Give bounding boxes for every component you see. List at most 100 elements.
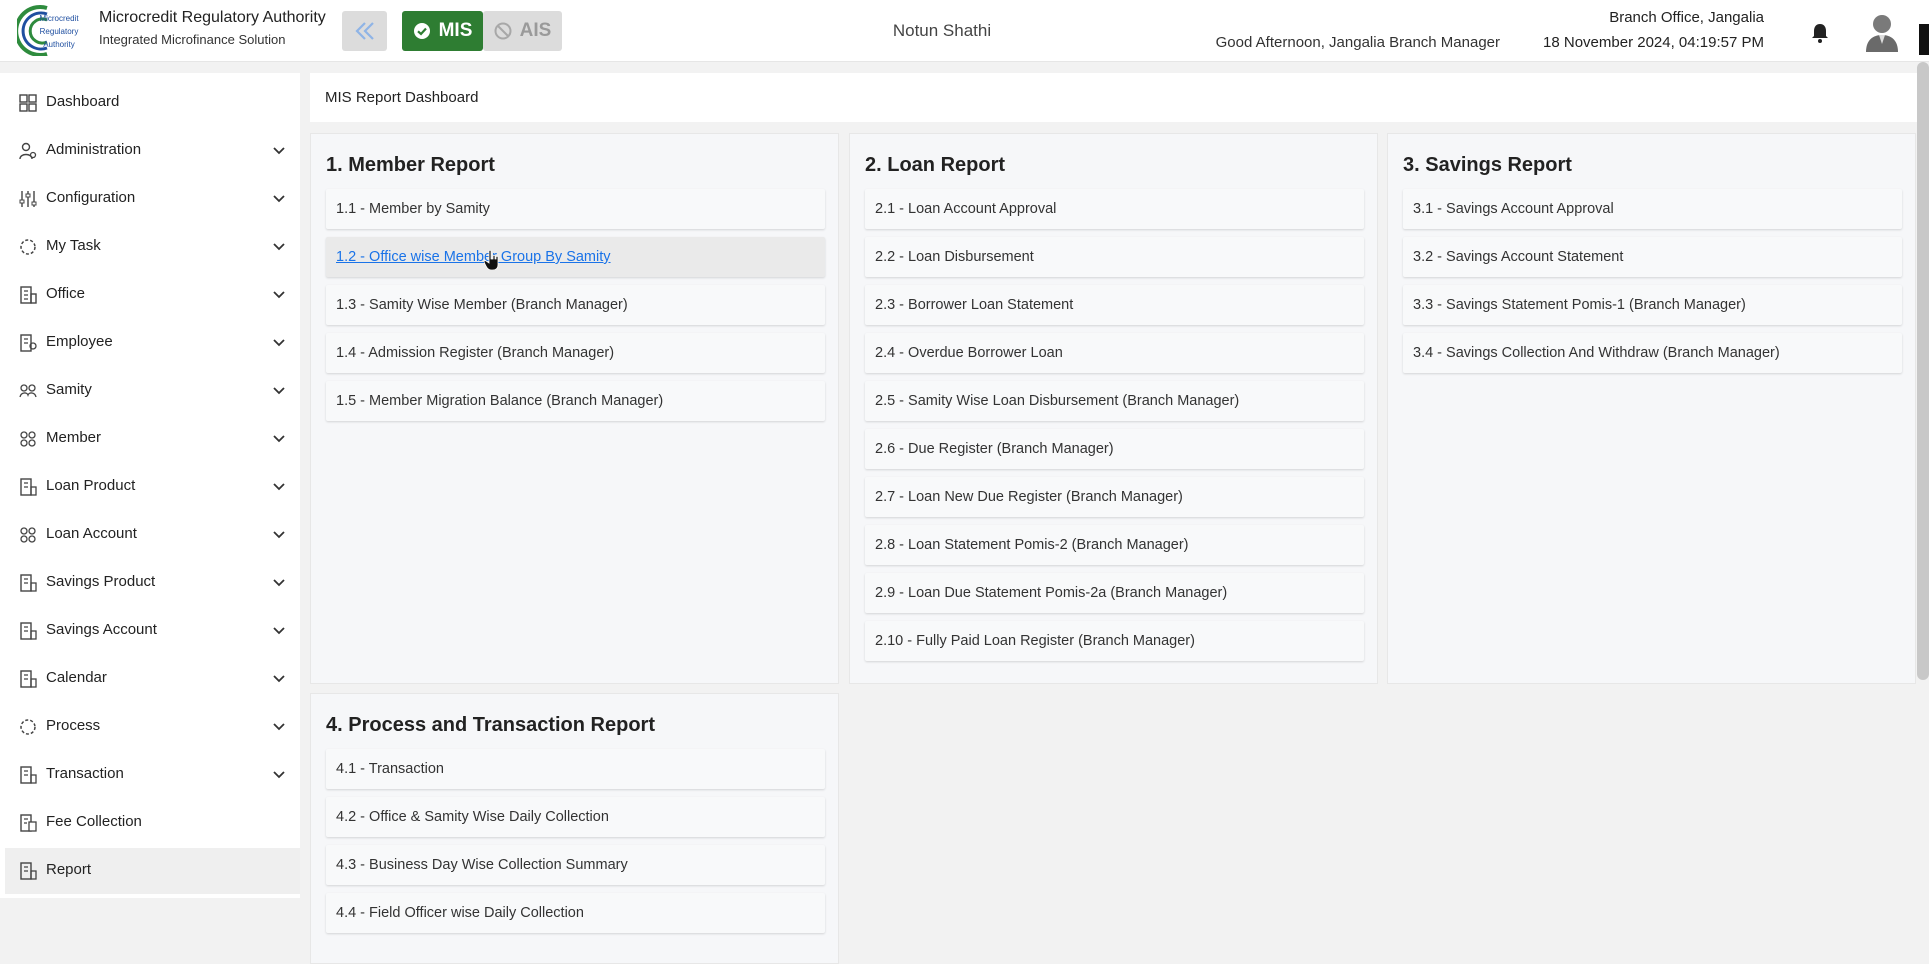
chevron-down-icon xyxy=(273,195,285,203)
report-link[interactable]: 4.1 - Transaction xyxy=(326,749,825,789)
svg-text:Authority: Authority xyxy=(43,40,75,49)
report-link[interactable]: 2.8 - Loan Statement Pomis-2 (Branch Man… xyxy=(865,525,1364,565)
process-icon xyxy=(20,719,36,735)
sidebar-item-administration[interactable]: Administration xyxy=(5,128,300,174)
chevron-down-icon xyxy=(273,243,285,251)
edge-widget xyxy=(1919,24,1929,55)
branch-office-label: Branch Office, Jangalia xyxy=(1609,9,1764,26)
chevron-down-icon xyxy=(273,435,285,443)
report-link[interactable]: 3.1 - Savings Account Approval xyxy=(1403,189,1902,229)
double-chevron-left-icon xyxy=(354,22,374,40)
chevron-down-icon xyxy=(273,627,285,635)
chevron-down-icon xyxy=(273,675,285,683)
sidebar-item-configuration[interactable]: Configuration xyxy=(5,176,300,222)
chevron-down-icon xyxy=(273,339,285,347)
sidebar-item-label: Member xyxy=(46,429,102,446)
sidebar-item-my-task[interactable]: My Task xyxy=(5,224,300,270)
sidebar-item-label: Process xyxy=(46,717,101,734)
sidebar-item-samity[interactable]: Samity xyxy=(5,368,300,414)
report-link[interactable]: 1.1 - Member by Samity xyxy=(326,189,825,229)
sidebar-item-label: Dashboard xyxy=(46,93,120,110)
vertical-scrollbar[interactable] xyxy=(1917,62,1929,680)
sidebar-item-loan-account[interactable]: Loan Account xyxy=(5,512,300,558)
sidebar-item-label: Calendar xyxy=(46,669,107,686)
report-link[interactable]: 1.3 - Samity Wise Member (Branch Manager… xyxy=(326,285,825,325)
report-link[interactable]: 2.7 - Loan New Due Register (Branch Mana… xyxy=(865,477,1364,517)
check-circle-icon xyxy=(413,23,430,39)
fee-icon xyxy=(20,814,37,832)
report-link[interactable]: 2.9 - Loan Due Statement Pomis-2a (Branc… xyxy=(865,573,1364,613)
report-link[interactable]: 4.2 - Office & Samity Wise Daily Collect… xyxy=(326,797,825,837)
user-avatar-icon[interactable] xyxy=(1864,12,1900,52)
mis-label: MIS xyxy=(438,20,473,41)
mis-toggle-button[interactable]: MIS xyxy=(402,11,483,51)
sidebar-item-transaction[interactable]: Transaction xyxy=(5,752,300,798)
report-link[interactable]: 2.1 - Loan Account Approval xyxy=(865,189,1364,229)
chevron-down-icon xyxy=(273,531,285,539)
sidebar-item-office[interactable]: Office xyxy=(5,272,300,318)
sidebar-item-label: Administration xyxy=(46,141,142,158)
collapse-sidebar-button[interactable] xyxy=(342,11,387,51)
sidebar-item-fee-collection[interactable]: Fee Collection xyxy=(5,800,300,846)
chevron-down-icon xyxy=(273,147,285,155)
mra-logo: Microcredit Regulatory Authority xyxy=(17,5,79,56)
sidebar-item-process[interactable]: Process xyxy=(5,704,300,750)
report-link[interactable]: 2.10 - Fully Paid Loan Register (Branch … xyxy=(865,621,1364,661)
sidebar-item-dashboard[interactable]: Dashboard xyxy=(5,80,300,126)
sidebar-item-label: Configuration xyxy=(46,189,136,206)
sidebar-item-report[interactable]: Report xyxy=(5,848,300,894)
savings-account-icon xyxy=(20,622,37,640)
report-link[interactable]: 1.5 - Member Migration Balance (Branch M… xyxy=(326,381,825,421)
sidebar-item-member[interactable]: Member xyxy=(5,416,300,462)
report-link[interactable]: 4.3 - Business Day Wise Collection Summa… xyxy=(326,845,825,885)
sidebar-item-calendar[interactable]: Calendar xyxy=(5,656,300,702)
report-link[interactable]: 2.2 - Loan Disbursement xyxy=(865,237,1364,277)
brand-title: Microcredit Regulatory Authority xyxy=(99,9,326,26)
admin-icon xyxy=(19,142,37,160)
report-link[interactable]: 2.3 - Borrower Loan Statement xyxy=(865,285,1364,325)
pointer-cursor-icon xyxy=(484,250,499,270)
calendar-icon xyxy=(20,670,37,688)
greeting-text: Good Afternoon, Jangalia Branch Manager xyxy=(1215,34,1500,51)
breadcrumb: MIS Report Dashboard xyxy=(310,73,1919,122)
report-link[interactable]: 4.4 - Field Officer wise Daily Collectio… xyxy=(326,893,825,933)
sidebar-item-savings-product[interactable]: Savings Product xyxy=(5,560,300,606)
sliders-icon xyxy=(19,191,37,207)
loan-account-icon xyxy=(20,527,36,543)
report-link[interactable]: 3.3 - Savings Statement Pomis-1 (Branch … xyxy=(1403,285,1902,325)
report-link[interactable]: 1.2 - Office wise Member Group By Samity xyxy=(326,237,825,277)
sidebar-item-loan-product[interactable]: Loan Product xyxy=(5,464,300,510)
ais-toggle-button[interactable]: AIS xyxy=(483,11,562,51)
loan-product-icon xyxy=(20,478,37,496)
report-link[interactable]: 1.4 - Admission Register (Branch Manager… xyxy=(326,333,825,373)
savings-product-icon xyxy=(20,574,37,592)
panel-title: 3. Savings Report xyxy=(1403,154,1572,176)
sidebar-item-label: Savings Product xyxy=(46,573,156,590)
sidebar-item-label: Samity xyxy=(46,381,92,398)
chevron-down-icon xyxy=(273,291,285,299)
savings-report-panel: 3. Savings Report 3.1 - Savings Account … xyxy=(1387,133,1916,684)
sidebar-item-savings-account[interactable]: Savings Account xyxy=(5,608,300,654)
sidebar-item-label: Report xyxy=(46,861,92,878)
panel-title: 1. Member Report xyxy=(326,154,495,176)
report-icon xyxy=(20,862,37,880)
report-link[interactable]: 3.2 - Savings Account Statement xyxy=(1403,237,1902,277)
sidebar-item-employee[interactable]: Employee xyxy=(5,320,300,366)
panel-title: 4. Process and Transaction Report xyxy=(326,714,655,736)
report-link[interactable]: 3.4 - Savings Collection And Withdraw (B… xyxy=(1403,333,1902,373)
transaction-icon xyxy=(20,766,37,784)
dashboard-icon xyxy=(19,94,37,112)
sidebar-item-label: Loan Account xyxy=(46,525,137,542)
chevron-down-icon xyxy=(273,723,285,731)
report-link[interactable]: 2.5 - Samity Wise Loan Disbursement (Bra… xyxy=(865,381,1364,421)
sidebar-item-label: Fee Collection xyxy=(46,813,142,830)
employee-icon xyxy=(20,334,37,352)
page-title: MIS Report Dashboard xyxy=(325,89,479,106)
sidebar-item-label: Loan Product xyxy=(46,477,136,494)
ais-label: AIS xyxy=(519,20,552,41)
bell-icon[interactable] xyxy=(1808,21,1832,45)
report-link[interactable]: 2.6 - Due Register (Branch Manager) xyxy=(865,429,1364,469)
member-report-panel: 1. Member Report 1.1 - Member by Samity 1… xyxy=(310,133,839,684)
report-link[interactable]: 2.4 - Overdue Borrower Loan xyxy=(865,333,1364,373)
chevron-down-icon xyxy=(273,579,285,587)
